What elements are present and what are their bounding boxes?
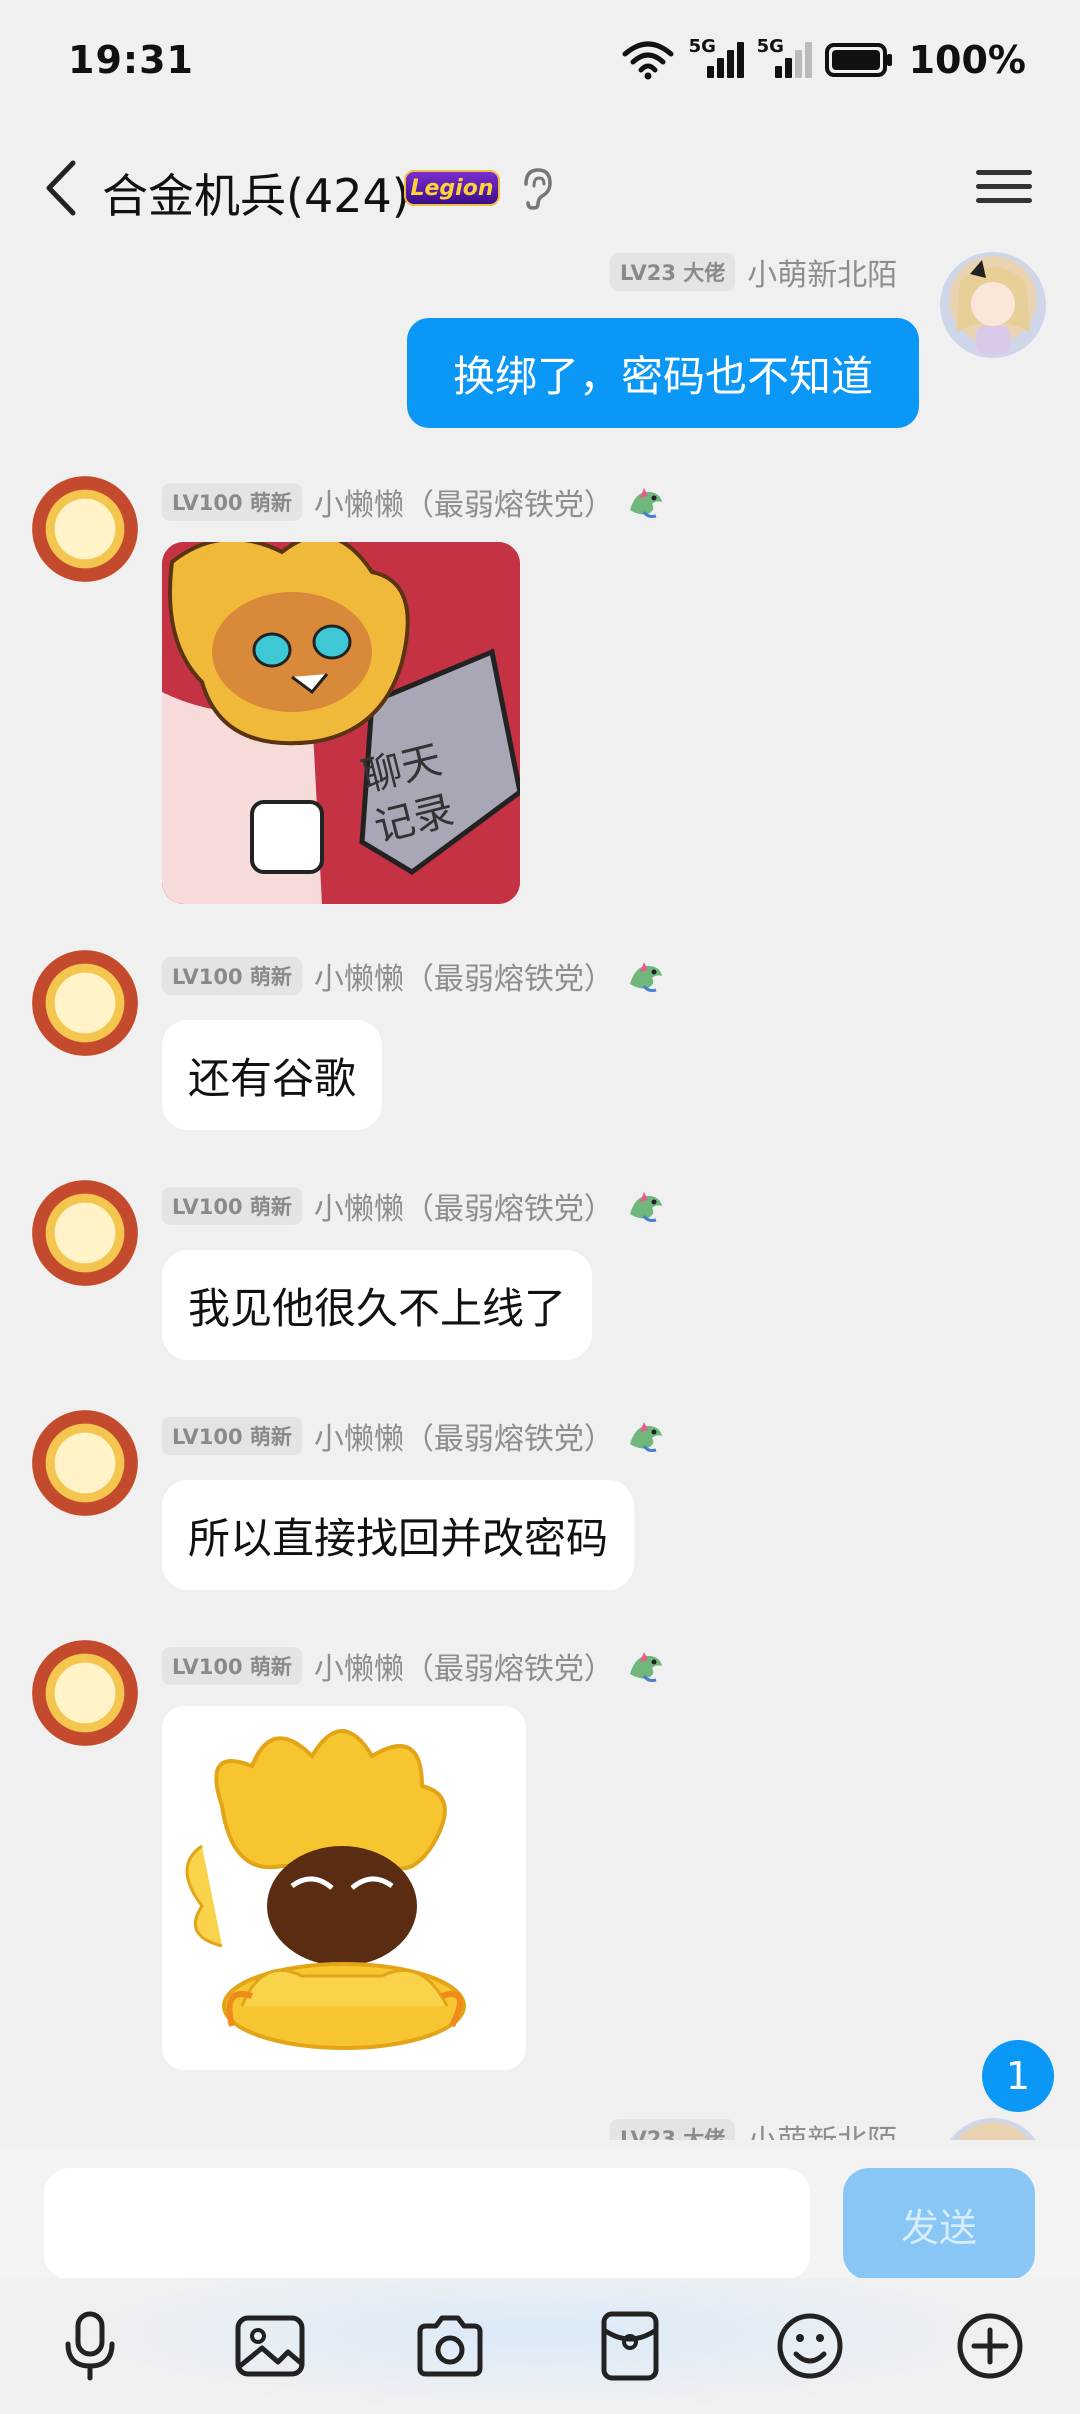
signal-icon-2: 5G [757,36,812,82]
sender-nickname[interactable]: 小懒懒（最弱熔铁党） [314,954,614,998]
image-icon[interactable] [232,2308,308,2384]
battery-icon [824,43,892,77]
avatar[interactable] [32,950,138,1056]
cookie-reading-sticker [162,542,520,904]
unread-count-badge[interactable]: 1 [982,2040,1054,2112]
ear-icon[interactable] [516,166,556,210]
avatar[interactable] [32,1640,138,1746]
message-meta: LV100 萌新 小懒懒（最弱熔铁党） [162,954,666,998]
bottom-toolbar [0,2278,1080,2414]
message-bubble[interactable]: 还有谷歌 [162,1020,383,1130]
red-packet-icon[interactable] [592,2308,668,2384]
level-badge: LV23 大佬 [610,253,736,291]
level-badge: LV100 萌新 [162,957,302,995]
input-bar: 发送 [0,2148,1080,2280]
group-badge: Legion [404,170,500,206]
dragon-icon [629,488,662,518]
message-bubble[interactable]: 所以直接找回并改密码 [162,1480,635,1590]
message-meta: LV23 大佬 小萌新北陌 [610,2116,897,2140]
dragon-icon [629,962,662,992]
level-badge: LV100 萌新 [162,1187,302,1225]
plus-icon[interactable] [952,2308,1028,2384]
sender-nickname[interactable]: 小萌新北陌 [747,250,897,294]
message-meta: LV23 大佬 小萌新北陌 [610,250,897,294]
avatar[interactable] [32,1410,138,1516]
message-input[interactable] [44,2168,810,2280]
sender-nickname[interactable]: 小萌新北陌 [747,2116,897,2140]
menu-button[interactable] [976,164,1032,212]
sender-nickname[interactable]: 小懒懒（最弱熔铁党） [314,1184,614,1228]
emoji-icon[interactable] [772,2308,848,2384]
message-meta: LV100 萌新 小懒懒（最弱熔铁党） [162,1184,666,1228]
message-meta: LV100 萌新 小懒懒（最弱熔铁党） [162,1644,666,1688]
hamburger-icon [976,170,1032,203]
message-bubble[interactable]: 我见他很久不上线了 [162,1250,593,1360]
microphone-icon[interactable] [52,2308,128,2384]
sender-nickname[interactable]: 小懒懒（最弱熔铁党） [314,1644,614,1688]
level-badge: LV100 萌新 [162,483,302,521]
battery-percent: 100% [908,38,1026,82]
dragon-icon [629,1652,662,1682]
back-button[interactable] [30,156,90,220]
avatar[interactable] [32,476,138,582]
sender-nickname[interactable]: 小懒懒（最弱熔铁党） [314,1414,614,1458]
level-badge: LV100 萌新 [162,1417,302,1455]
avatar-girl-image [956,260,1030,354]
message-list[interactable]: LV23 大佬 小萌新北陌 换绑了，密码也不知道 LV100 萌新 小懒懒（最弱… [0,240,1080,2140]
send-button[interactable]: 发送 [843,2168,1035,2280]
status-bar: 19:31 5G 5G 100% [0,0,1080,128]
dragon-icon [629,1192,662,1222]
dragon-icon [629,1422,662,1452]
avatar[interactable] [32,1180,138,1286]
avatar[interactable] [940,252,1046,358]
chevron-left-icon [46,160,76,216]
fire-cookie-sticker [185,1729,466,2050]
message-bubble[interactable]: 换绑了，密码也不知道 [407,318,919,428]
message-meta: LV100 萌新 小懒懒（最弱熔铁党） [162,1414,666,1458]
avatar[interactable] [940,2118,1046,2140]
wifi-icon [622,41,674,80]
chat-title[interactable]: 合金机兵(424) [102,160,410,226]
sticker-image[interactable]: 聊天 记录 [162,542,520,904]
status-time: 19:31 [68,38,194,82]
signal-icon-1: 5G [689,36,744,82]
chat-header: 合金机兵(424) Legion [0,128,1080,248]
message-meta: LV100 萌新 小懒懒（最弱熔铁党） [162,480,666,524]
status-icons: 5G 5G 100% [621,36,1026,82]
level-badge: LV23 大佬 [610,2119,736,2140]
sticker-image[interactable] [162,1706,526,2070]
camera-icon[interactable] [412,2308,488,2384]
level-badge: LV100 萌新 [162,1647,302,1685]
sender-nickname[interactable]: 小懒懒（最弱熔铁党） [314,480,614,524]
